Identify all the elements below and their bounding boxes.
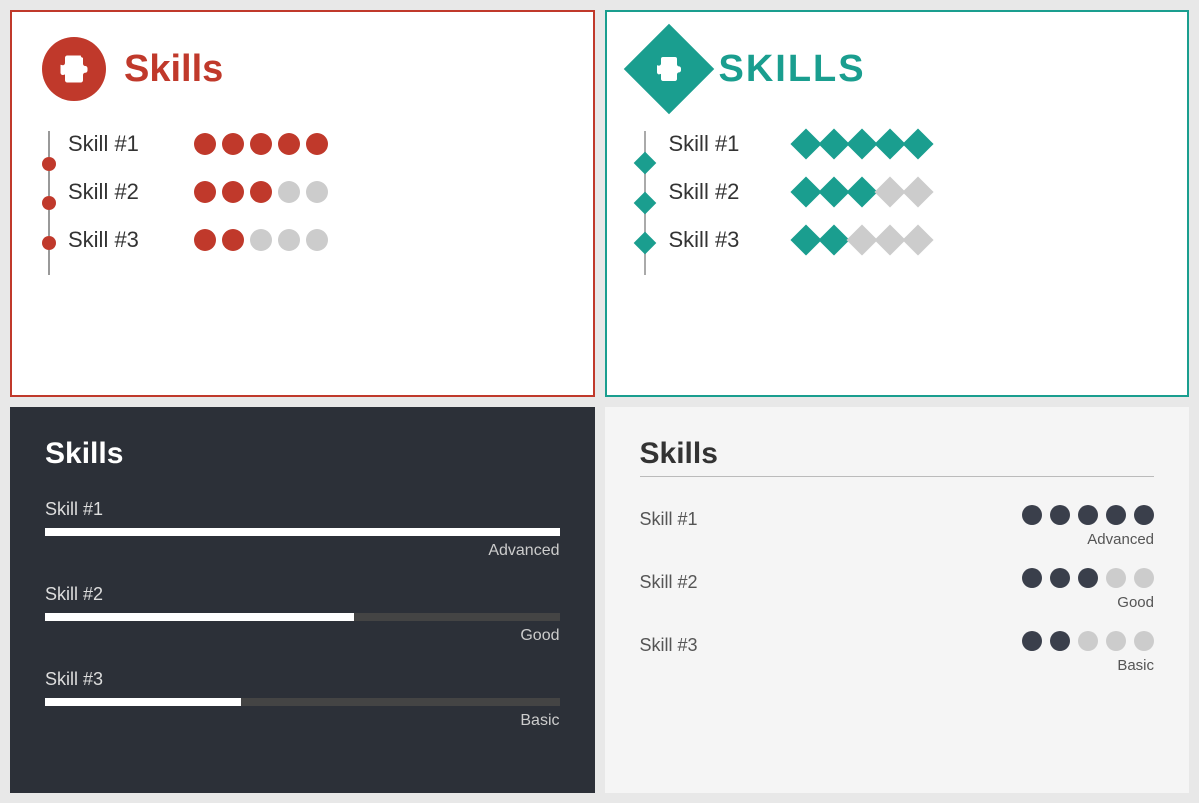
panel4-skill3-level: Basic	[1117, 657, 1154, 674]
panel4-skill-3: Skill #3 Basic	[640, 631, 1155, 674]
panel-red-circles: Skills Skill #1 Ski	[10, 10, 595, 397]
panel4-skill-2: Skill #2 Good	[640, 568, 1155, 611]
panel4-title: Skills	[640, 437, 1155, 471]
panel3-skill-1: Skill #1 Advanced	[45, 499, 560, 560]
panel1-skill3-dots	[194, 229, 328, 251]
panel3-skill3-name: Skill #3	[45, 669, 560, 690]
panel2-header: SKILLS	[637, 37, 1158, 101]
panel3-skill3-fill	[45, 698, 241, 706]
panel1-header: Skills	[42, 37, 563, 101]
panel3-skill2-name: Skill #2	[45, 584, 560, 605]
panel4-skill2-name: Skill #2	[640, 568, 698, 593]
panel2-icon-inner	[653, 53, 685, 85]
panel2-skills-list: Skill #1 Skill #2	[669, 131, 1158, 275]
panel2-tl-dot-2	[633, 192, 656, 215]
panel1-timeline	[42, 131, 56, 275]
panel2-skill-1: Skill #1	[669, 131, 1158, 157]
panel4-skill3-dots	[1022, 631, 1154, 651]
panel2-skill2-name: Skill #2	[669, 179, 769, 205]
panel3-title: Skills	[45, 437, 560, 471]
panel4-skill1-dots	[1022, 505, 1154, 525]
panel2-timeline	[637, 131, 653, 275]
panel4-skill-1: Skill #1 Advanced	[640, 505, 1155, 548]
panel1-icon	[42, 37, 106, 101]
panel3-skill1-level: Advanced	[45, 542, 560, 560]
panel3-skill1-bar	[45, 528, 560, 536]
puzzle-icon	[56, 51, 92, 87]
panel1-title: Skills	[124, 48, 223, 91]
panel3-skill2-level: Good	[45, 627, 560, 645]
panel2-skills-container: Skill #1 Skill #2	[637, 131, 1158, 275]
panel4-skill1-right: Advanced	[1022, 505, 1154, 548]
panel3-skill1-fill	[45, 528, 560, 536]
panel1-skill2-dots	[194, 181, 328, 203]
panel1-skill1-dots	[194, 133, 328, 155]
panel2-skill3-name: Skill #3	[669, 227, 769, 253]
panel4-skill2-right: Good	[1022, 568, 1154, 611]
panel2-puzzle-icon	[653, 53, 685, 85]
panel1-skill-3: Skill #3	[68, 227, 563, 253]
panel1-skill1-name: Skill #1	[68, 131, 168, 157]
panel3-skill3-level: Basic	[45, 712, 560, 730]
panel3-skill2-fill	[45, 613, 354, 621]
panel-dark-bars: Skills Skill #1 Advanced Skill #2 Good S…	[10, 407, 595, 794]
panel4-skill2-level: Good	[1117, 594, 1154, 611]
panel3-skill2-bar	[45, 613, 560, 621]
panel2-tl-dot-1	[633, 152, 656, 175]
panel4-skill1-name: Skill #1	[640, 505, 698, 530]
panel3-skill3-bar	[45, 698, 560, 706]
panel4-skill2-dots	[1022, 568, 1154, 588]
panel2-title: SKILLS	[719, 48, 866, 91]
panel1-skill-1: Skill #1	[68, 131, 563, 157]
panel2-icon-wrapper	[623, 24, 714, 115]
panel2-skill2-dots	[795, 181, 929, 203]
panel-teal-diamonds: SKILLS Skill #1 Ski	[605, 10, 1190, 397]
panel1-skills-container: Skill #1 Skill #2	[42, 131, 563, 275]
panel4-skill3-name: Skill #3	[640, 631, 698, 656]
panel2-skill-3: Skill #3	[669, 227, 1158, 253]
panel1-tl-dot-3	[42, 236, 56, 250]
panel4-divider	[640, 476, 1155, 477]
panel1-skills-list: Skill #1 Skill #2	[68, 131, 563, 275]
panel1-skill2-name: Skill #2	[68, 179, 168, 205]
panel4-skill1-level: Advanced	[1087, 531, 1154, 548]
panel1-skill3-name: Skill #3	[68, 227, 168, 253]
panel-light-dots: Skills Skill #1 Advanced Skill #2	[605, 407, 1190, 794]
panel2-skill-2: Skill #2	[669, 179, 1158, 205]
panel4-skill3-right: Basic	[1022, 631, 1154, 674]
panel3-skill1-name: Skill #1	[45, 499, 560, 520]
panel3-skill-3: Skill #3 Basic	[45, 669, 560, 730]
panel1-tl-dot-1	[42, 157, 56, 171]
panel3-skill-2: Skill #2 Good	[45, 584, 560, 645]
panel2-skill1-dots	[795, 133, 929, 155]
panel2-skill3-dots	[795, 229, 929, 251]
panel1-tl-dot-2	[42, 196, 56, 210]
panel2-skill1-name: Skill #1	[669, 131, 769, 157]
panel2-tl-dot-3	[633, 232, 656, 255]
panel1-skill-2: Skill #2	[68, 179, 563, 205]
